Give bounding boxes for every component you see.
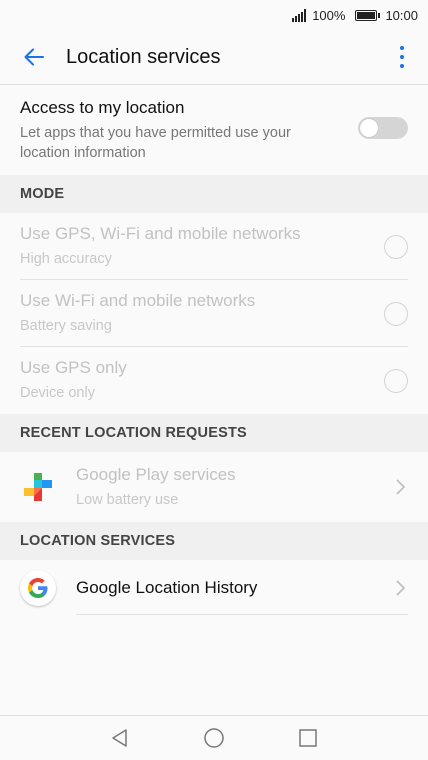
mode-option-subtitle: Battery saving bbox=[20, 318, 112, 334]
radio-button[interactable] bbox=[384, 301, 408, 326]
nav-recents-button[interactable] bbox=[296, 726, 320, 750]
mode-section-header: MODE bbox=[0, 175, 428, 213]
mode-option-subtitle: High accuracy bbox=[20, 251, 112, 267]
mode-option-title: Use Wi-Fi and mobile networks bbox=[20, 291, 256, 310]
clock: 10:00 bbox=[385, 7, 418, 23]
recent-request-google-play-services[interactable]: Google Play services Low battery use bbox=[0, 452, 428, 522]
status-bar: 100% 10:00 bbox=[0, 0, 428, 30]
radio-button[interactable] bbox=[384, 368, 408, 393]
google-location-history-row[interactable]: Google Location History bbox=[0, 560, 428, 615]
mode-option-title: Use GPS only bbox=[20, 358, 127, 377]
mode-option-subtitle: Device only bbox=[20, 385, 95, 401]
nav-home-icon bbox=[204, 728, 224, 748]
mode-option-battery-saving[interactable]: Use Wi-Fi and mobile networks Battery sa… bbox=[0, 280, 428, 347]
service-name: Google Location History bbox=[76, 577, 258, 597]
nav-back-icon bbox=[112, 729, 127, 747]
mode-option-device-only[interactable]: Use GPS only Device only bbox=[0, 347, 428, 414]
access-to-location-row[interactable]: Access to my location Let apps that you … bbox=[0, 85, 428, 175]
navigation-bar bbox=[0, 715, 428, 760]
app-usage: Low battery use bbox=[76, 491, 179, 508]
chevron-right-icon bbox=[396, 479, 406, 495]
mode-option-title: Use GPS, Wi-Fi and mobile networks bbox=[20, 224, 301, 243]
google-play-services-icon bbox=[20, 469, 56, 505]
app-bar: Location services bbox=[0, 30, 428, 85]
battery-icon bbox=[355, 9, 381, 21]
location-services-header: LOCATION SERVICES bbox=[0, 522, 428, 560]
battery-percent: 100% bbox=[312, 7, 346, 23]
recent-requests-header: RECENT LOCATION REQUESTS bbox=[0, 414, 428, 452]
mode-option-high-accuracy[interactable]: Use GPS, Wi-Fi and mobile networks High … bbox=[0, 213, 428, 280]
location-access-toggle[interactable] bbox=[358, 117, 408, 139]
radio-button[interactable] bbox=[384, 234, 408, 259]
more-options-button[interactable] bbox=[390, 39, 414, 75]
nav-home-button[interactable] bbox=[202, 726, 226, 750]
arrow-back-icon bbox=[24, 48, 44, 66]
access-title: Access to my location bbox=[20, 98, 185, 117]
page-title: Location services bbox=[66, 45, 221, 68]
chevron-right-icon bbox=[396, 579, 406, 596]
signal-icon bbox=[292, 8, 307, 22]
back-button[interactable] bbox=[16, 39, 52, 75]
access-description: Let apps that you have permitted use you… bbox=[20, 125, 291, 161]
more-vert-icon bbox=[400, 46, 404, 50]
app-name: Google Play services bbox=[76, 464, 236, 484]
nav-back-button[interactable] bbox=[108, 726, 132, 750]
nav-recents-icon bbox=[299, 729, 317, 747]
google-g-icon bbox=[20, 569, 56, 606]
